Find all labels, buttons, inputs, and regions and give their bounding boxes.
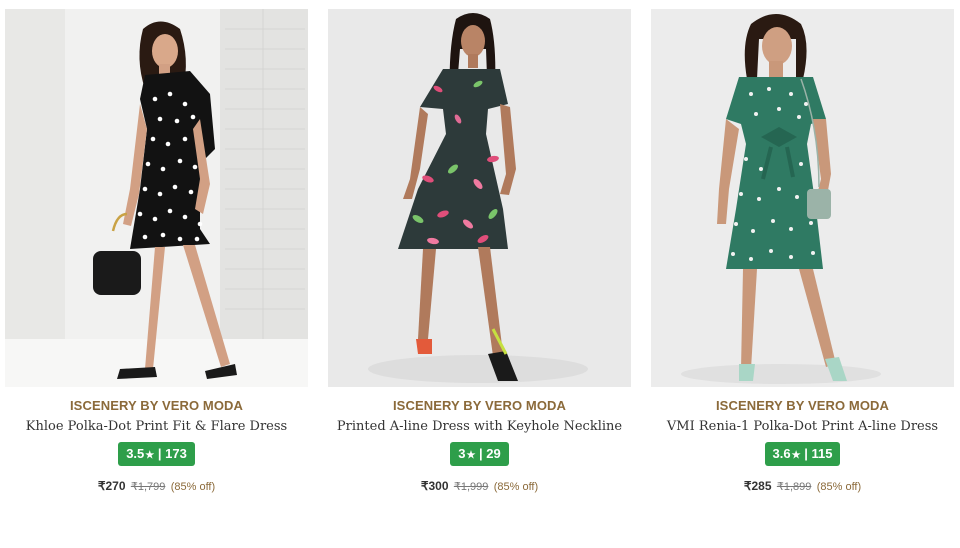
rating-badge: 3★ | 29 [450,442,509,466]
price-row: ₹300 ₹1,999 (85% off) [328,479,631,495]
product-card-2[interactable]: ISCENERY BY VERO MODA Printed A-line Dre… [328,9,631,495]
product-card-1[interactable]: ISCENERY BY VERO MODA Khloe Polka-Dot Pr… [5,9,308,495]
product-name[interactable]: Khloe Polka-Dot Print Fit & Flare Dress [5,419,308,435]
rating-count: | 115 [804,446,833,461]
mrp: ₹1,899 [776,481,812,493]
discount: (85% off) [816,481,862,493]
discount: (85% off) [170,481,216,493]
model-in-printed-a-line-dress-image [328,9,631,387]
price: ₹270 [97,479,126,493]
price: ₹300 [420,479,449,493]
rating-count: | 173 [157,446,187,461]
rating-value: 3 [458,446,466,461]
product-grid: ISCENERY BY VERO MODA Khloe Polka-Dot Pr… [0,0,960,548]
price: ₹285 [743,479,772,493]
rating-row: 3★ | 29 [328,442,631,466]
star-icon: ★ [466,450,476,461]
product-brand[interactable]: ISCENERY BY VERO MODA [328,398,631,414]
price-row: ₹270 ₹1,799 (85% off) [5,479,308,495]
rating-row: 3.5★ | 173 [5,442,308,466]
rating-value: 3.6 [772,446,791,461]
discount: (85% off) [493,481,539,493]
model-in-green-polka-dot-dress-image [651,9,954,387]
model-in-black-polka-dot-dress-image [5,9,308,387]
rating-badge: 3.5★ | 173 [118,442,195,466]
rating-row: 3.6★ | 115 [651,442,954,466]
rating-badge: 3.6★ | 115 [764,442,841,466]
star-icon: ★ [145,450,155,461]
product-name[interactable]: Printed A-line Dress with Keyhole Neckli… [328,419,631,435]
star-icon: ★ [791,450,801,461]
price-row: ₹285 ₹1,899 (85% off) [651,479,954,495]
product-card-3[interactable]: ISCENERY BY VERO MODA VMI Renia-1 Polka-… [651,9,954,495]
mrp: ₹1,999 [453,481,489,493]
rating-value: 3.5 [126,446,145,461]
product-image-3[interactable] [651,9,954,387]
product-image-1[interactable] [5,9,308,387]
product-name[interactable]: VMI Renia-1 Polka-Dot Print A-line Dress [651,419,954,435]
product-brand[interactable]: ISCENERY BY VERO MODA [651,398,954,414]
product-image-2[interactable] [328,9,631,387]
mrp: ₹1,799 [130,481,166,493]
rating-count: | 29 [479,446,501,461]
product-brand[interactable]: ISCENERY BY VERO MODA [5,398,308,414]
